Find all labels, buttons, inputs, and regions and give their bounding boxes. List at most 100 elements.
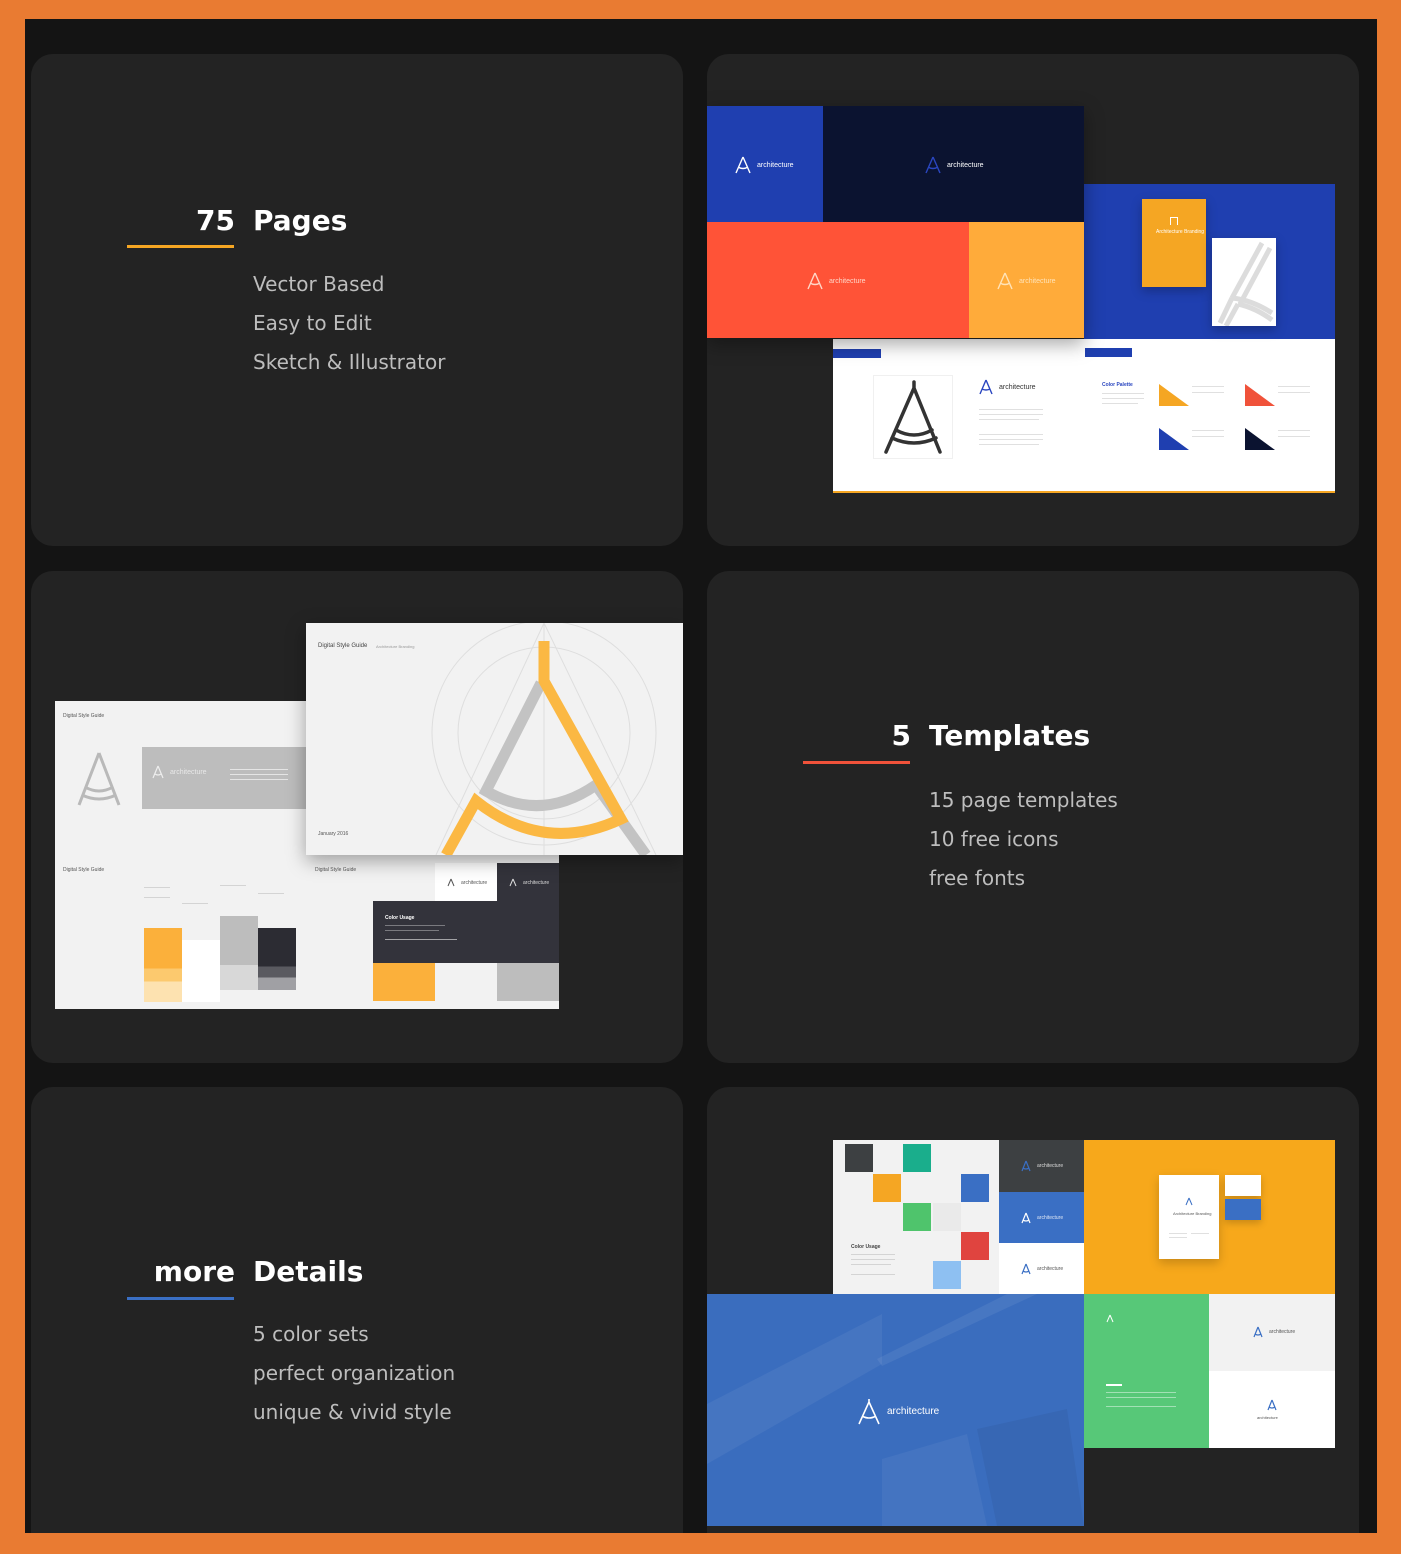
feature-number: 5: [891, 719, 911, 752]
feature-item: Vector Based: [253, 272, 385, 296]
swatch-black: [258, 928, 296, 990]
slide-style-guide-cover: Digital Style Guide Architecture Brandin…: [306, 623, 683, 855]
preview-card-color-templates: Color Usage architecture architecture ar…: [707, 1087, 1359, 1533]
brand-name: architecture: [887, 1406, 940, 1417]
feature-number: more: [153, 1255, 235, 1288]
logo-variant-navy: architecture: [823, 106, 1084, 222]
feature-card-pages: 75 Pages Vector Based Easy to Edit Sketc…: [31, 54, 683, 546]
preview-card-style-guide: Digital Style Guide architecture Digital…: [31, 571, 683, 1063]
swatch-yellow: [144, 928, 182, 1002]
feature-item: 10 free icons: [929, 827, 1059, 851]
slide-color-usage: Digital Style Guide architecture archite…: [307, 855, 559, 1009]
logo-mark-icon: [1267, 1399, 1277, 1411]
slide-green-logo: architecture architecture: [1084, 1294, 1335, 1448]
accent-underline: [803, 761, 910, 764]
slide-logo: architecture: [833, 339, 1085, 493]
logo-mark-icon: [509, 878, 517, 887]
logo-mark-icon: [858, 1399, 880, 1425]
palette-swatch-dark-blue: [1245, 428, 1275, 450]
cover-title: Digital Style Guide: [318, 643, 368, 649]
brand-name: architecture: [1019, 277, 1056, 285]
brand-name: architecture: [1037, 1266, 1064, 1272]
accent-underline: [127, 245, 234, 248]
feature-item: Sketch & Illustrator: [253, 350, 446, 374]
logo-mark-icon: [735, 156, 751, 174]
slide-color-swatches: Digital Style Guide: [55, 855, 307, 1009]
cover-subtitle: Architecture Branding: [376, 644, 415, 649]
feature-item: unique & vivid style: [253, 1400, 452, 1424]
mockup-title: Architecture Branding: [1156, 229, 1205, 235]
logo-mark-icon: [77, 752, 121, 806]
slide-title: Digital Style Guide: [315, 867, 357, 873]
brand-name: architecture: [1269, 1329, 1296, 1335]
preview-card-brand-slides: Architecture Branding Color Palette arch…: [707, 54, 1359, 546]
feature-item: perfect organization: [253, 1361, 456, 1385]
logo-mark-icon: [1185, 1197, 1193, 1206]
feature-item: Easy to Edit: [253, 311, 372, 335]
mockup-title: Architecture Branding: [1173, 1211, 1212, 1216]
tab-label: [833, 349, 881, 358]
logo-mark-icon: [1106, 1314, 1114, 1323]
cover-date: January 2016: [318, 831, 349, 837]
feature-title: Pages: [253, 204, 348, 237]
brand-logo: architecture: [857, 1398, 939, 1425]
logo-variant-yellow: architecture: [969, 222, 1084, 338]
brand-name: architecture: [1037, 1215, 1064, 1221]
logo-mark-icon: [979, 379, 993, 395]
slide-title: Digital Style Guide: [63, 867, 105, 873]
feature-item: 15 page templates: [929, 788, 1118, 812]
swatch-grey: [220, 916, 258, 990]
color-usage-title: Color Usage: [385, 915, 415, 921]
color-palette-title: Color Palette: [1102, 382, 1133, 388]
brand-name: architecture: [1037, 1163, 1064, 1169]
feature-card-details: more Details 5 color sets perfect organi…: [31, 1087, 683, 1533]
feature-item: free fonts: [929, 866, 1026, 890]
brand-name: architecture: [461, 879, 488, 886]
feature-number: 75: [196, 204, 235, 237]
logo-mark-icon: [807, 272, 823, 290]
feature-title: Templates: [929, 719, 1091, 752]
feature-item: 5 color sets: [253, 1322, 369, 1346]
feature-list: 15 page templates 10 free icons free fon…: [929, 781, 1118, 898]
brand-logo: architecture: [979, 379, 1036, 395]
logo-mark-icon: [997, 272, 1013, 290]
showcase-frame: 75 Pages Vector Based Easy to Edit Sketc…: [25, 19, 1377, 1533]
palette-swatch-red: [1245, 384, 1275, 406]
color-usage-title: Color Usage: [851, 1244, 881, 1250]
slide-title: Digital Style Guide: [63, 713, 105, 719]
slide-color-palette: Architecture Branding Color Palette: [1084, 184, 1335, 493]
accent-underline: [127, 1297, 234, 1300]
logo-mark-icon: [1021, 1212, 1031, 1224]
logo-construction-icon: [431, 623, 657, 855]
brand-name: architecture: [523, 879, 550, 886]
feature-card-templates: 5 Templates 15 page templates 10 free ic…: [707, 571, 1359, 1063]
logo-mark-icon: [1021, 1263, 1031, 1275]
swatch-white: [182, 940, 220, 1002]
logo-mark-icon: [1253, 1326, 1263, 1338]
brand-name: architecture: [757, 161, 794, 169]
feature-list: 5 color sets perfect organization unique…: [253, 1315, 455, 1432]
brand-name: architecture: [170, 768, 207, 776]
palette-swatch-yellow: [1159, 384, 1189, 406]
logo-mark-icon: [1021, 1160, 1031, 1172]
feature-list: Vector Based Easy to Edit Sketch & Illus…: [253, 265, 445, 382]
slide-logo-stack: architecture architecture architecture: [999, 1140, 1084, 1294]
tab-label: [1084, 348, 1132, 357]
palette-swatch-blue: [1159, 428, 1189, 450]
logo-mark-icon: [884, 380, 942, 454]
slide-logo-grey: Digital Style Guide architecture: [55, 701, 307, 855]
logo-mark-icon: [925, 156, 941, 174]
slide-stationery: Architecture Branding: [1084, 1140, 1335, 1294]
slide-hero-blue: architecture: [707, 1294, 1084, 1526]
feature-title: Details: [253, 1255, 364, 1288]
logo-mark-icon: [152, 765, 164, 779]
logo-mark-icon: [447, 878, 455, 887]
logo-variant-red: architecture: [707, 222, 969, 338]
brand-name: architecture: [1257, 1415, 1278, 1420]
logo-variant-blue: architecture: [707, 106, 823, 222]
brand-name: architecture: [947, 161, 984, 169]
slide-color-grid: Color Usage: [833, 1140, 999, 1294]
slide-logo-variants: architecture architecture architecture a…: [707, 106, 1084, 338]
brand-name: architecture: [829, 277, 866, 285]
brand-name: architecture: [999, 383, 1036, 391]
